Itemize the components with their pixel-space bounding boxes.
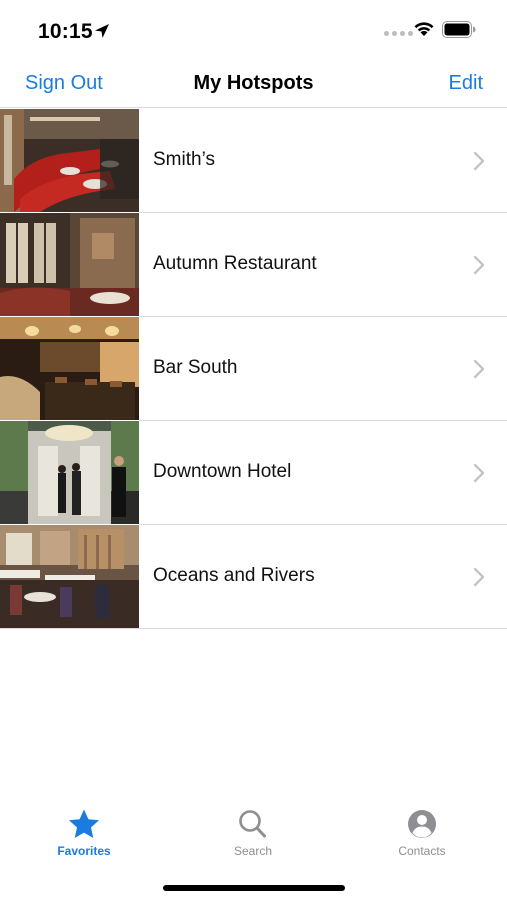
list-item-label: Oceans and Rivers [153,565,315,586]
location-arrow-icon [95,24,109,38]
tab-contacts[interactable]: Contacts [362,808,482,868]
list-item-label: Downtown Hotel [153,461,292,482]
battery-icon [442,21,476,38]
bar-interior-photo [0,317,139,420]
home-indicator[interactable] [163,885,345,891]
list-item-label: Bar South [153,357,238,378]
person-circle-icon [408,810,436,838]
status-time: 10:15 [38,20,93,43]
hotel-lobby-photo [0,421,139,524]
tab-label: Favorites [57,844,111,858]
navigation-bar: Sign Out My Hotspots Edit [0,60,507,108]
list-item-label: Autumn Restaurant [153,253,317,274]
hotspot-list: Smith’s Autumn Restaurant Bar South Down… [0,109,507,629]
edit-button[interactable]: Edit [449,72,483,95]
list-item[interactable]: Autumn Restaurant [0,213,507,317]
page-title: My Hotspots [193,72,314,94]
cellular-dots-icon [384,31,413,36]
tab-label: Search [233,844,273,858]
status-bar: 10:15 [0,0,507,60]
chevron-right-icon [473,151,485,171]
wifi-icon [414,22,434,36]
tab-favorites[interactable]: Favorites [24,808,144,868]
list-item[interactable]: Bar South [0,317,507,421]
chevron-right-icon [473,359,485,379]
magnifier-icon [239,810,266,838]
star-icon [69,809,99,838]
tab-search[interactable]: Search [193,808,313,868]
list-item[interactable]: Downtown Hotel [0,421,507,525]
list-item[interactable]: Smith’s [0,109,507,213]
tab-label: Contacts [398,844,446,858]
restaurant-red-booths-photo [0,109,139,212]
list-item-label: Smith’s [153,149,215,170]
chevron-right-icon [473,255,485,275]
restaurant-tables-photo [0,525,139,628]
restaurant-dining-room-photo [0,213,139,316]
chevron-right-icon [473,463,485,483]
chevron-right-icon [473,567,485,587]
list-item[interactable]: Oceans and Rivers [0,525,507,629]
